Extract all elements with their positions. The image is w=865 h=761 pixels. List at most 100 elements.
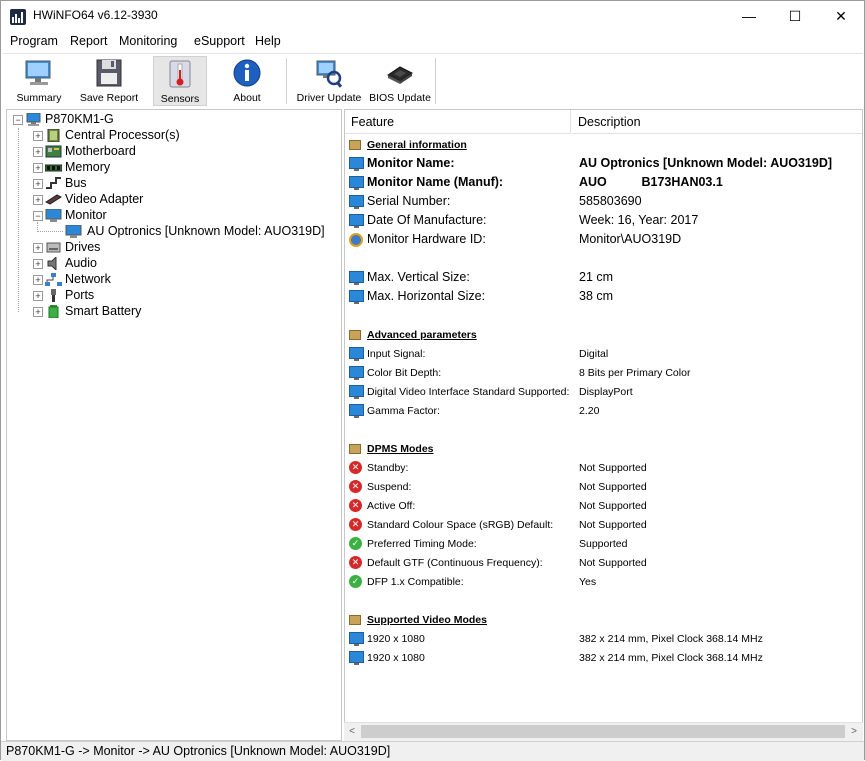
sensors-button[interactable]: Sensors <box>153 56 207 106</box>
detail-row[interactable]: ✕ Suspend: Not Supported <box>345 477 862 496</box>
driver-update-button[interactable]: Driver Update <box>293 56 365 106</box>
bios-update-button[interactable]: BIOS Update <box>367 56 433 106</box>
section-header: Supported Video Modes <box>345 610 862 629</box>
check-icon: ✓ <box>349 537 362 550</box>
section-header: DPMS Modes <box>345 439 862 458</box>
detail-row[interactable]: Color Bit Depth: 8 Bits per Primary Colo… <box>345 363 862 382</box>
expand-expander[interactable]: + <box>33 307 43 317</box>
thermometer-icon <box>169 60 191 88</box>
bus-icon <box>46 177 61 189</box>
video-adapter-icon <box>45 194 62 205</box>
menu-bar: Program Report Monitoring eSupport Help <box>1 32 864 52</box>
close-button[interactable]: ✕ <box>818 1 864 32</box>
expand-expander[interactable]: + <box>33 243 43 253</box>
minimize-button[interactable]: — <box>726 1 772 32</box>
driver-update-icon <box>316 60 343 88</box>
hwinfo-app-icon <box>10 9 26 25</box>
menu-program[interactable]: Program <box>10 34 58 48</box>
expand-expander[interactable]: + <box>33 147 43 157</box>
memory-icon <box>45 164 62 172</box>
expand-expander[interactable]: + <box>33 131 43 141</box>
drive-icon <box>46 242 61 253</box>
detail-row[interactable]: ✕ Active Off: Not Supported <box>345 496 862 515</box>
window-title: HWiNFO64 v6.12-3930 <box>33 8 158 22</box>
detail-row[interactable]: ✓ DFP 1.x Compatible: Yes <box>345 572 862 591</box>
monitor-icon <box>349 632 364 646</box>
toolbar-separator <box>286 58 287 104</box>
column-header-description[interactable]: Description <box>572 110 862 134</box>
cpu-icon <box>47 129 60 142</box>
monitor-icon <box>349 404 364 418</box>
floppy-icon <box>96 59 122 87</box>
monitor-icon <box>65 225 82 238</box>
tree-connector <box>37 231 63 232</box>
monitor-icon <box>45 209 62 222</box>
status-path: P870KM1-G -> Monitor -> AU Optronics [Un… <box>6 744 391 758</box>
computer-icon <box>26 113 41 126</box>
expand-expander[interactable]: + <box>33 275 43 285</box>
expand-expander[interactable]: + <box>33 163 43 173</box>
section-header: Advanced parameters <box>345 325 862 344</box>
expand-expander[interactable]: + <box>33 195 43 205</box>
menu-report[interactable]: Report <box>70 34 108 48</box>
detail-row[interactable]: Max. Vertical Size: 21 cm <box>345 268 862 287</box>
monitor-icon <box>349 347 364 361</box>
about-button[interactable]: About <box>221 56 273 106</box>
check-icon: ✓ <box>349 575 362 588</box>
detail-row[interactable]: 1920 x 1080 382 x 214 mm, Pixel Clock 36… <box>345 648 862 667</box>
scroll-right-button[interactable]: > <box>846 723 862 741</box>
monitor-icon <box>349 271 364 285</box>
error-icon: ✕ <box>349 556 362 569</box>
section-icon <box>349 444 361 454</box>
tree-connector <box>18 128 19 312</box>
scroll-left-button[interactable]: < <box>344 723 360 741</box>
error-icon: ✕ <box>349 461 362 474</box>
toolbar: Summary Save Report Sensors About Driver… <box>3 53 863 107</box>
detail-row[interactable]: 1920 x 1080 382 x 214 mm, Pixel Clock 36… <box>345 629 862 648</box>
toolbar-separator <box>435 58 436 104</box>
error-icon: ✕ <box>349 480 362 493</box>
horizontal-scrollbar[interactable]: < > <box>344 722 863 741</box>
detail-row[interactable]: Max. Horizontal Size: 38 cm <box>345 287 862 306</box>
detail-row[interactable]: Input Signal: Digital <box>345 344 862 363</box>
error-icon: ✕ <box>349 499 362 512</box>
summary-button[interactable]: Summary <box>11 56 67 106</box>
detail-row[interactable]: ✓ Preferred Timing Mode: Supported <box>345 534 862 553</box>
column-header-feature[interactable]: Feature <box>345 110 571 134</box>
detail-row[interactable]: ✕ Standard Colour Space (sRGB) Default: … <box>345 515 862 534</box>
monitor-icon <box>349 176 364 190</box>
detail-pane: Feature Description General information … <box>344 109 863 741</box>
detail-row[interactable]: Serial Number: 585803690 <box>345 192 862 211</box>
chip-icon <box>387 66 413 84</box>
monitor-icon <box>25 60 51 85</box>
expand-expander[interactable]: + <box>33 291 43 301</box>
detail-row[interactable]: Digital Video Interface Standard Support… <box>345 382 862 401</box>
detail-row[interactable]: ✕ Default GTF (Continuous Frequency): No… <box>345 553 862 572</box>
menu-help[interactable]: Help <box>255 34 281 48</box>
save-report-button[interactable]: Save Report <box>75 56 143 106</box>
detail-row[interactable]: Monitor Name (Manuf): AUO B173HAN03.1 <box>345 173 862 192</box>
detail-row[interactable]: ✕ Standby: Not Supported <box>345 458 862 477</box>
monitor-icon <box>349 385 364 399</box>
menu-monitoring[interactable]: Monitoring <box>119 34 177 48</box>
collapse-expander[interactable]: − <box>33 211 43 221</box>
port-icon <box>51 289 56 302</box>
section-header: General information <box>345 135 862 154</box>
monitor-icon <box>349 157 364 171</box>
status-bar: P870KM1-G -> Monitor -> AU Optronics [Un… <box>1 741 864 761</box>
expand-expander[interactable]: + <box>33 179 43 189</box>
menu-esupport[interactable]: eSupport <box>194 34 245 48</box>
maximize-button[interactable]: ☐ <box>772 1 818 32</box>
app-window: HWiNFO64 v6.12-3930 — ☐ ✕ Program Report… <box>0 0 865 761</box>
section-icon <box>349 615 361 625</box>
collapse-expander[interactable]: − <box>13 115 23 125</box>
detail-row[interactable]: Monitor Name: AU Optronics [Unknown Mode… <box>345 154 862 173</box>
detail-row[interactable]: Date Of Manufacture: Week: 16, Year: 201… <box>345 211 862 230</box>
detail-row[interactable]: Monitor Hardware ID: Monitor\AUO319D <box>345 230 862 249</box>
network-icon <box>45 273 62 286</box>
detail-row[interactable]: Gamma Factor: 2.20 <box>345 401 862 420</box>
section-icon <box>349 330 361 340</box>
scrollbar-thumb[interactable] <box>361 725 845 738</box>
title-bar: HWiNFO64 v6.12-3930 — ☐ ✕ <box>1 1 864 32</box>
expand-expander[interactable]: + <box>33 259 43 269</box>
